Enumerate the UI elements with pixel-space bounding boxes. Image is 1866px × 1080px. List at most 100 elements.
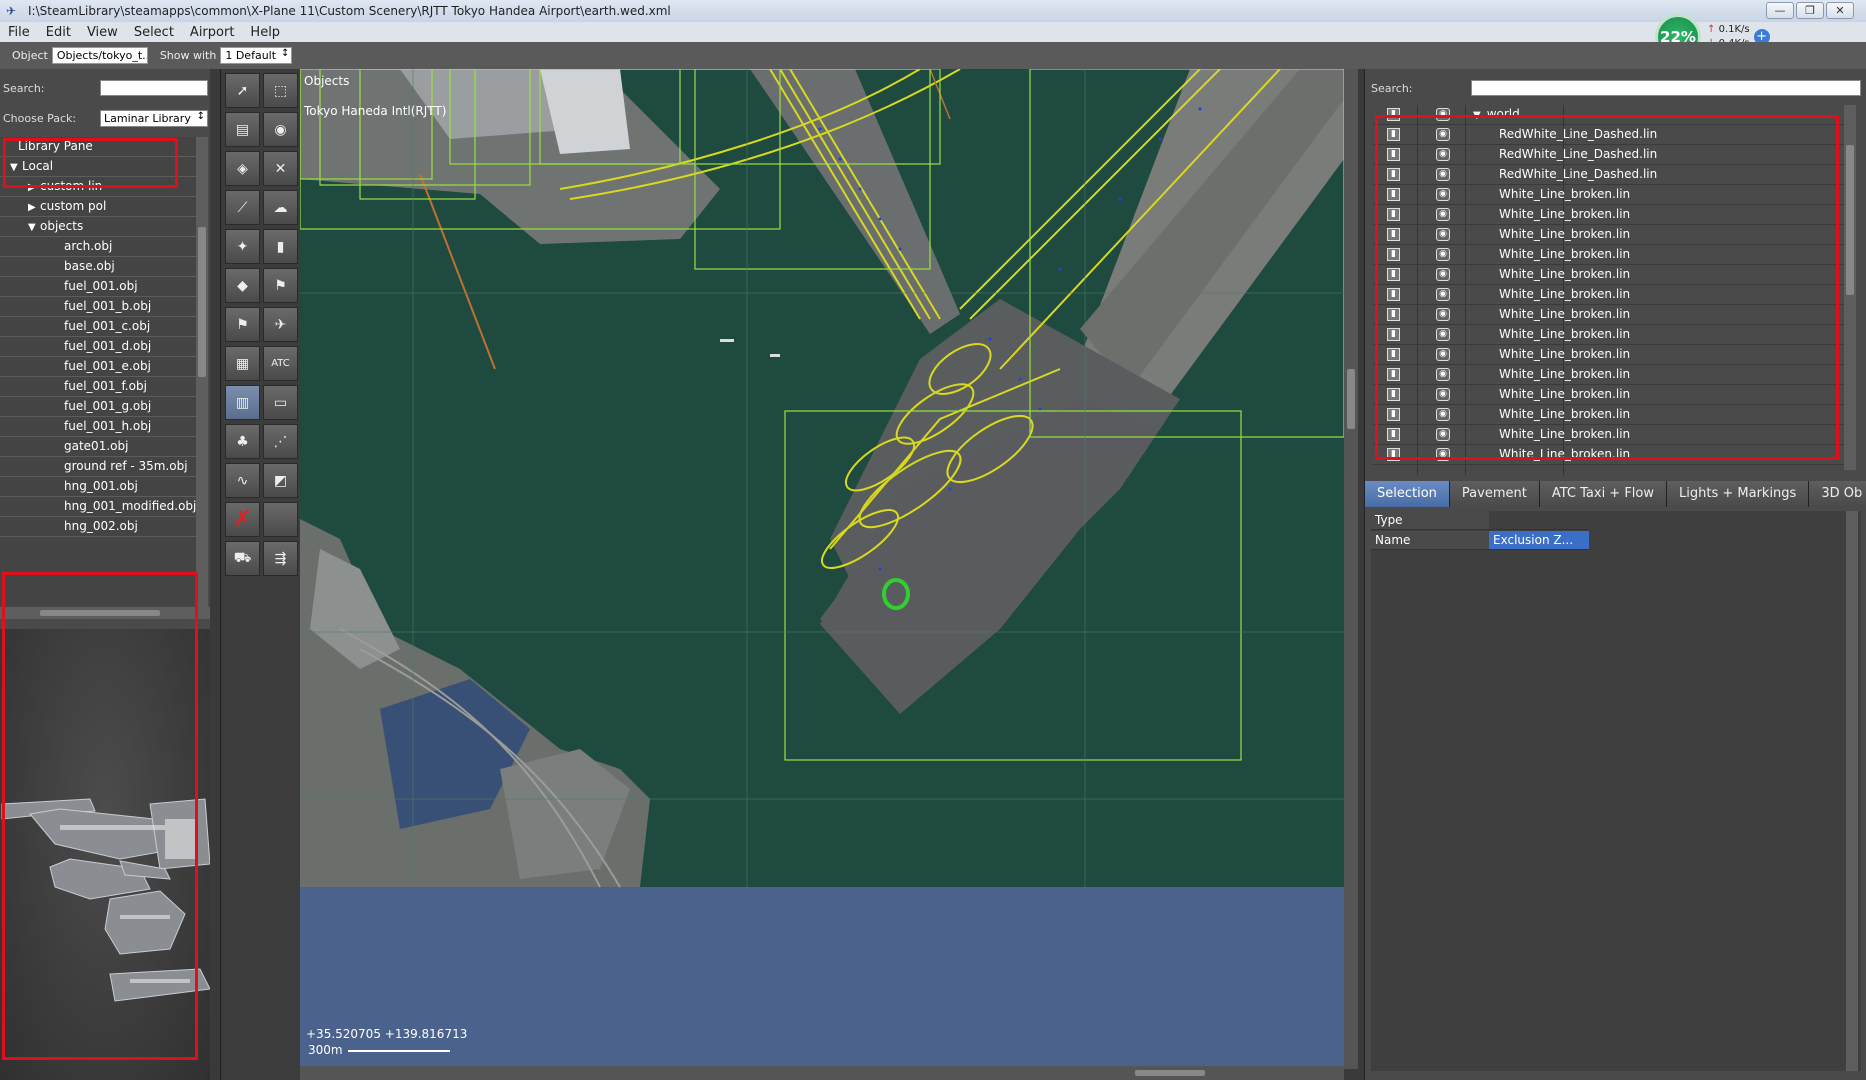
visibility-eye-icon[interactable]: ◉: [1436, 288, 1450, 301]
hierarchy-item[interactable]: ▮ ◉ White_Line_broken.lin: [1373, 445, 1851, 465]
forest-tool-button[interactable]: ♣: [225, 424, 260, 459]
tab-pavement[interactable]: Pavement: [1449, 481, 1540, 507]
show-with-select[interactable]: 1 Default: [220, 47, 293, 64]
collapsed-triangle-icon[interactable]: ▶: [28, 198, 40, 217]
library-item[interactable]: hng_002.obj: [0, 517, 196, 537]
sign-tool-button[interactable]: ▮: [263, 229, 298, 264]
menu-help[interactable]: Help: [242, 25, 288, 40]
visibility-eye-icon[interactable]: ◉: [1436, 108, 1450, 121]
marquee-select-tool-button[interactable]: ⬚: [263, 73, 298, 108]
lock-toggle-icon[interactable]: ▮: [1387, 428, 1400, 441]
visibility-eye-icon[interactable]: ◉: [1436, 188, 1450, 201]
visibility-eye-icon[interactable]: ◉: [1436, 268, 1450, 281]
hierarchy-item[interactable]: ▮ ◉ RedWhite_Line_Dashed.lin: [1373, 145, 1851, 165]
restore-button[interactable]: ❐: [1796, 2, 1824, 19]
library-item[interactable]: hng_001.obj: [0, 477, 196, 497]
lock-toggle-icon[interactable]: ▮: [1387, 148, 1400, 161]
library-item[interactable]: fuel_001_b.obj: [0, 297, 196, 317]
hierarchy-vertical-scrollbar[interactable]: [1844, 105, 1856, 470]
collapsed-triangle-icon[interactable]: ▶: [28, 178, 40, 197]
library-horizontal-scrollbar[interactable]: [0, 607, 210, 619]
library-item[interactable]: fuel_001_e.obj: [0, 357, 196, 377]
expanded-triangle-icon[interactable]: ▼: [28, 218, 40, 237]
menu-file[interactable]: File: [0, 25, 38, 40]
library-item[interactable]: ▶ custom lin: [0, 177, 196, 197]
menu-view[interactable]: View: [79, 25, 126, 40]
hierarchy-item[interactable]: ▮ ◉ White_Line_broken.lin: [1373, 365, 1851, 385]
map-vertical-scrollbar[interactable]: [1344, 69, 1358, 1069]
line-tool-button[interactable]: ∿: [225, 463, 260, 498]
hierarchy-item[interactable]: ▮ ◉ White_Line_broken.lin: [1373, 285, 1851, 305]
hierarchy-item[interactable]: ▮ ◉ White_Line_broken.lin: [1373, 185, 1851, 205]
hierarchy-item[interactable]: ▮ ◉ White_Line_broken.lin: [1373, 385, 1851, 405]
visibility-eye-icon[interactable]: ◉: [1436, 328, 1450, 341]
blank-tool-button[interactable]: [263, 502, 298, 537]
library-item[interactable]: arch.obj: [0, 237, 196, 257]
visibility-eye-icon[interactable]: ◉: [1436, 428, 1450, 441]
visibility-eye-icon[interactable]: ◉: [1436, 308, 1450, 321]
boundary-tool-button[interactable]: ☁: [263, 190, 298, 225]
map-view[interactable]: Objects Tokyo Haneda Intl(RJTT) +35.5207…: [300, 69, 1344, 1080]
library-search-input[interactable]: [100, 80, 208, 96]
library-item[interactable]: fuel_001_c.obj: [0, 317, 196, 337]
library-item[interactable]: fuel_001_f.obj: [0, 377, 196, 397]
map-horizontal-scrollbar[interactable]: [300, 1066, 1344, 1080]
windsock-tool-button[interactable]: ⚑: [263, 268, 298, 303]
visibility-eye-icon[interactable]: ◉: [1436, 228, 1450, 241]
hierarchy-root-row[interactable]: ▮ ◉ ▼ world: [1373, 105, 1851, 125]
lock-toggle-icon[interactable]: ▮: [1387, 268, 1400, 281]
library-item[interactable]: Library Pane: [0, 137, 196, 157]
taxi-line-tool-button[interactable]: ⟋: [225, 190, 260, 225]
exclusion-tool-button[interactable]: ✗: [225, 502, 260, 537]
hierarchy-item[interactable]: ▮ ◉ White_Line_broken.lin: [1373, 325, 1851, 345]
scroll-thumb[interactable]: [1347, 369, 1355, 429]
close-button[interactable]: ✕: [1826, 2, 1854, 19]
facade-tool-button[interactable]: ▦: [225, 346, 260, 381]
lock-toggle-icon[interactable]: ▮: [1387, 188, 1400, 201]
choose-pack-select[interactable]: Laminar Library: [100, 110, 208, 127]
beacon-tool-button[interactable]: ◆: [225, 268, 260, 303]
visibility-eye-icon[interactable]: ◉: [1436, 208, 1450, 221]
property-value[interactable]: Exclusion Z...: [1489, 531, 1589, 550]
lock-toggle-icon[interactable]: ▮: [1387, 288, 1400, 301]
object-tool-button[interactable]: ▥: [225, 385, 260, 420]
hierarchy-item[interactable]: ▮ ◉ RedWhite_Line_Dashed.lin: [1373, 125, 1851, 145]
library-item[interactable]: hng_001_modified.obj: [0, 497, 196, 517]
tower-viewpoint-tool-button[interactable]: ⚑: [225, 307, 260, 342]
lock-toggle-icon[interactable]: ▮: [1387, 208, 1400, 221]
truck-destination-tool-button[interactable]: ⇶: [263, 541, 298, 576]
sealane-tool-button[interactable]: ◈: [225, 151, 260, 186]
hierarchy-item[interactable]: ▮ ◉ White_Line_broken.lin: [1373, 205, 1851, 225]
hierarchy-item[interactable]: ▮ ◉ White_Line_broken.lin: [1373, 405, 1851, 425]
library-item[interactable]: fuel_001_h.obj: [0, 417, 196, 437]
atc-tool-button[interactable]: ATC: [263, 346, 298, 381]
scroll-thumb[interactable]: [40, 610, 160, 616]
hierarchy-item[interactable]: ▮ ◉ White_Line_broken.lin: [1373, 265, 1851, 285]
scroll-thumb[interactable]: [198, 227, 206, 377]
tab-selection[interactable]: Selection: [1365, 481, 1450, 507]
property-value[interactable]: [1489, 511, 1589, 530]
scroll-thumb[interactable]: [1135, 1070, 1205, 1076]
lock-toggle-icon[interactable]: ▮: [1387, 368, 1400, 381]
hierarchy-item[interactable]: ▮ ◉ White_Line_broken.lin: [1373, 305, 1851, 325]
hierarchy-item[interactable]: ▮ ◉ White_Line_broken.lin: [1373, 425, 1851, 445]
library-item[interactable]: gate01.obj: [0, 437, 196, 457]
library-item[interactable]: fuel_001_d.obj: [0, 337, 196, 357]
taxiway-tool-button[interactable]: ✕: [263, 151, 298, 186]
draped-polygon-tool-button[interactable]: ▭: [263, 385, 298, 420]
polygon-tool-button[interactable]: ◩: [263, 463, 298, 498]
tab-atc-taxi-flow[interactable]: ATC Taxi + Flow: [1539, 481, 1668, 507]
visibility-eye-icon[interactable]: ◉: [1436, 388, 1450, 401]
lock-toggle-icon[interactable]: ▮: [1387, 108, 1400, 121]
library-item[interactable]: ground ref - 35m.obj: [0, 457, 196, 477]
menu-select[interactable]: Select: [126, 25, 182, 40]
lock-toggle-icon[interactable]: ▮: [1387, 228, 1400, 241]
lock-toggle-icon[interactable]: ▮: [1387, 328, 1400, 341]
hierarchy-item[interactable]: ▮ ◉ RedWhite_Line_Dashed.lin: [1373, 165, 1851, 185]
visibility-eye-icon[interactable]: ◉: [1436, 128, 1450, 141]
runway-tool-button[interactable]: ▤: [225, 112, 260, 147]
visibility-eye-icon[interactable]: ◉: [1436, 248, 1450, 261]
library-vertical-scrollbar[interactable]: [196, 137, 208, 607]
visibility-eye-icon[interactable]: ◉: [1436, 168, 1450, 181]
truck-parking-tool-button[interactable]: ⛟: [225, 541, 260, 576]
